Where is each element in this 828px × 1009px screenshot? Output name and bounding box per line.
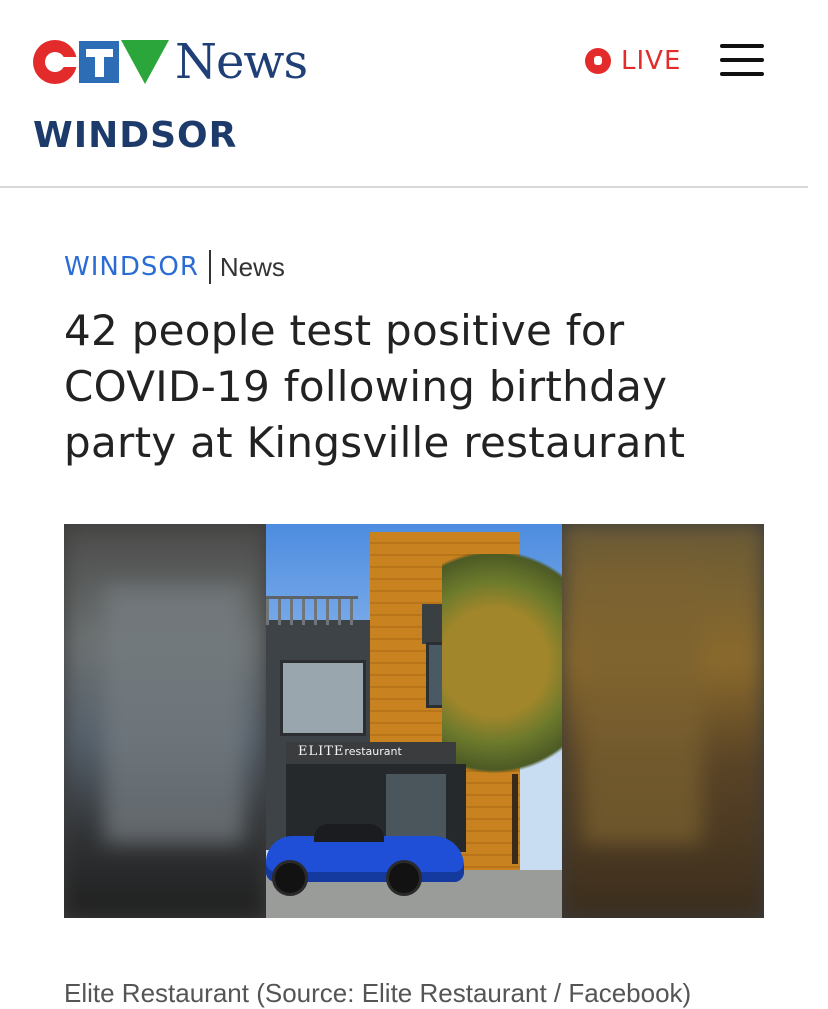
site-header: News WINDSOR LIVE xyxy=(0,0,808,188)
logo-v-letter xyxy=(121,40,169,84)
logo-news-wordmark: News xyxy=(175,34,308,90)
restaurant-sign: ELITErestaurant xyxy=(298,744,402,759)
hamburger-menu-icon[interactable] xyxy=(720,44,764,76)
breadcrumb: WINDSOR News xyxy=(64,250,285,284)
photo-blur-left xyxy=(64,524,266,918)
restaurant-building-image: ELITErestaurant xyxy=(266,524,562,918)
breadcrumb-divider xyxy=(208,250,211,284)
live-button[interactable]: LIVE xyxy=(585,46,681,76)
logo-c-letter xyxy=(33,40,79,84)
logo-t-letter xyxy=(79,41,119,83)
live-label: LIVE xyxy=(621,46,682,76)
breadcrumb-category-link[interactable]: News xyxy=(220,252,285,283)
live-icon xyxy=(585,48,611,74)
article-photo[interactable]: ELITErestaurant xyxy=(64,524,764,918)
photo-caption: Elite Restaurant (Source: Elite Restaura… xyxy=(64,978,692,1008)
photo-blur-right xyxy=(562,524,764,918)
region-title[interactable]: WINDSOR xyxy=(33,114,237,158)
article-headline: 42 people test positive for COVID-19 fol… xyxy=(64,306,686,467)
breadcrumb-region-link[interactable]: WINDSOR xyxy=(64,252,199,282)
ctv-news-logo[interactable]: News xyxy=(33,34,308,90)
